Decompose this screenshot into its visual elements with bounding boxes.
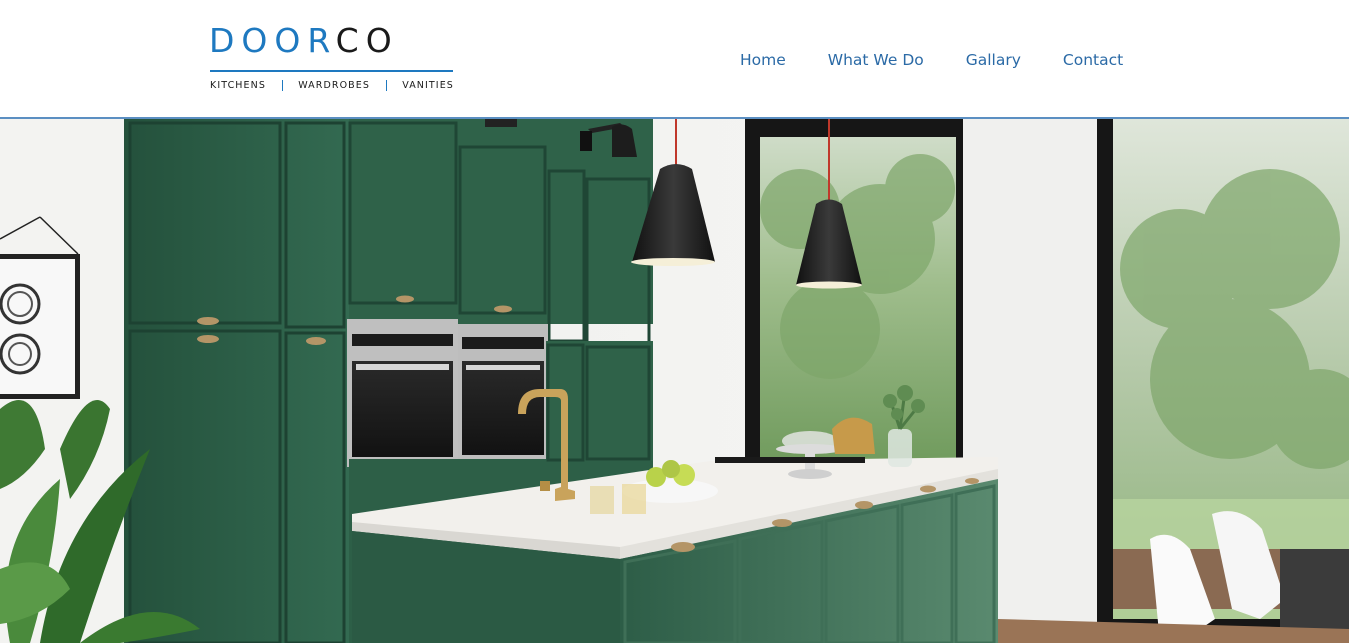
main-nav: Home What We Do Gallary Contact bbox=[740, 49, 1165, 71]
logo-word-co: CO bbox=[335, 21, 399, 60]
doorco-logo[interactable]: DOORCO KITCHENS WARDROBES VANITIES bbox=[209, 24, 455, 94]
hero-kitchen-image bbox=[0, 119, 1349, 643]
logo-tagline: KITCHENS WARDROBES VANITIES bbox=[210, 79, 454, 91]
site-header: DOORCO KITCHENS WARDROBES VANITIES Home … bbox=[0, 0, 1349, 118]
nav-what-we-do[interactable]: What We Do bbox=[828, 49, 924, 71]
tagline-vanities: VANITIES bbox=[402, 79, 454, 91]
hero-banner bbox=[0, 119, 1349, 643]
tagline-kitchens: KITCHENS bbox=[210, 79, 266, 91]
nav-contact[interactable]: Contact bbox=[1063, 49, 1123, 71]
tagline-separator bbox=[281, 79, 283, 91]
tagline-separator bbox=[385, 79, 387, 91]
logo-underline bbox=[210, 70, 453, 72]
nav-gallary[interactable]: Gallary bbox=[966, 49, 1021, 71]
logo-wordmark: DOORCO bbox=[209, 24, 399, 58]
logo-word-door: DOOR bbox=[209, 21, 336, 60]
tagline-wardrobes: WARDROBES bbox=[298, 79, 371, 91]
nav-home[interactable]: Home bbox=[740, 49, 786, 71]
